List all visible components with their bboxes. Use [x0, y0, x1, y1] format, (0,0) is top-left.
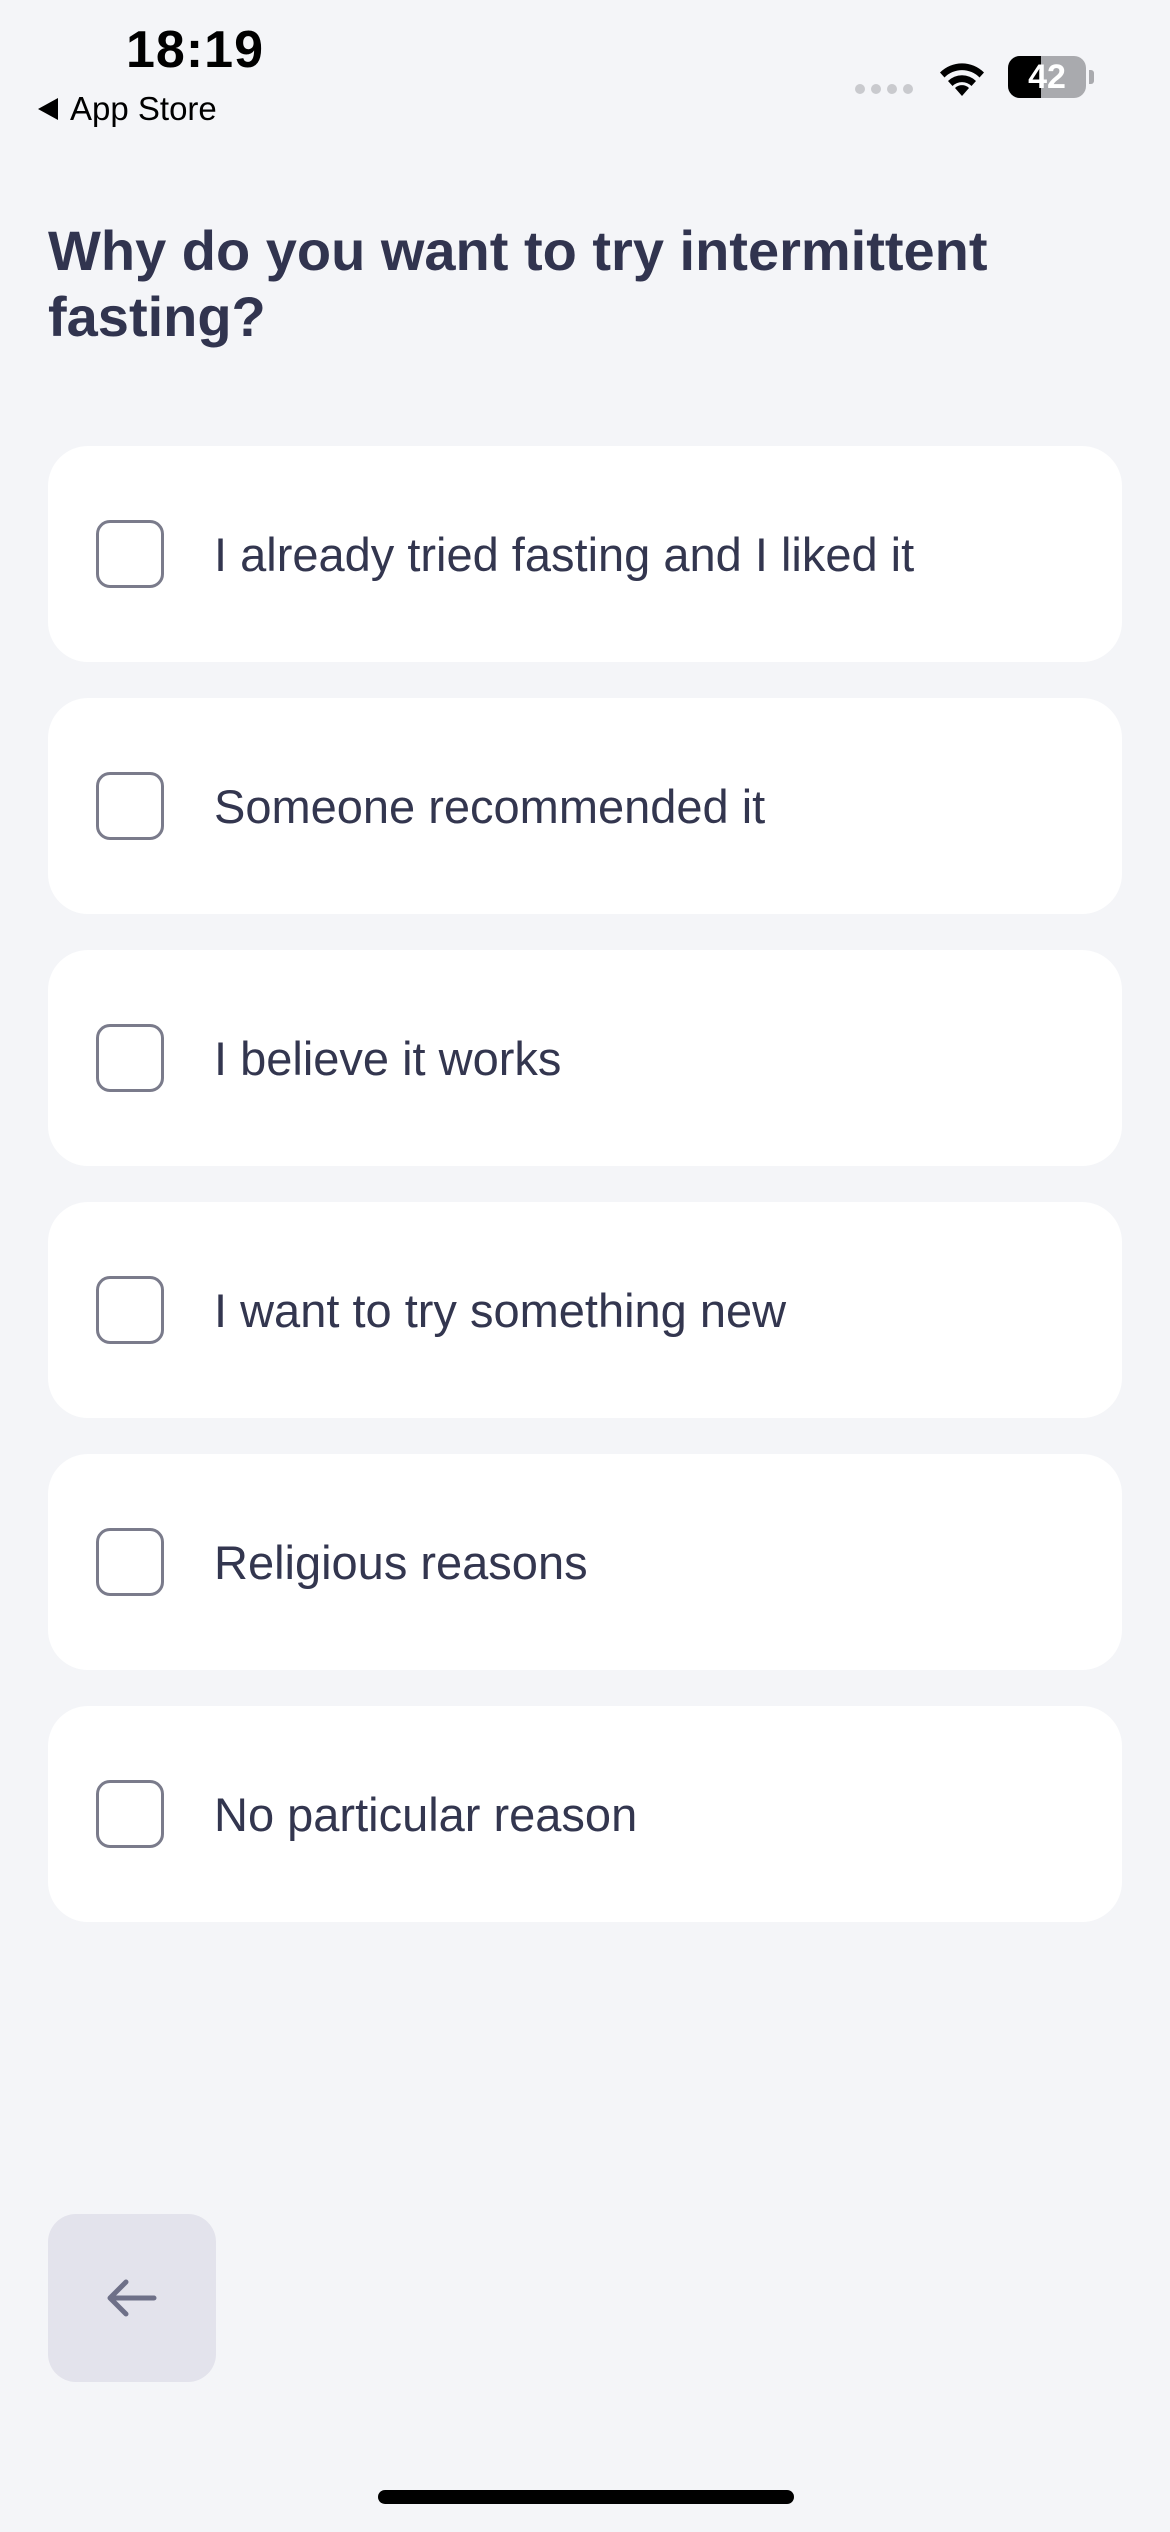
option-try-something-new[interactable]: I want to try something new: [48, 1202, 1122, 1418]
wifi-icon: [940, 63, 984, 96]
status-time: 18:19: [126, 21, 264, 79]
battery-icon: 42: [1008, 56, 1094, 98]
checkbox[interactable]: [96, 772, 164, 840]
option-label: I believe it works: [214, 1031, 562, 1085]
option-label: I want to try something new: [214, 1283, 787, 1337]
option-label: No particular reason: [214, 1787, 638, 1841]
checkbox[interactable]: [96, 1024, 164, 1092]
option-label: Someone recommended it: [214, 779, 766, 833]
back-triangle-icon: [38, 98, 58, 120]
back-app-label: App Store: [70, 90, 217, 127]
back-button[interactable]: [48, 2214, 216, 2382]
option-religious-reasons[interactable]: Religious reasons: [48, 1454, 1122, 1670]
option-believe-it-works[interactable]: I believe it works: [48, 950, 1122, 1166]
options-list: I already tried fasting and I liked it S…: [48, 446, 1122, 1958]
question-title: Why do you want to try intermittent fast…: [48, 219, 988, 348]
cellular-signal-icon: [855, 84, 913, 94]
checkbox[interactable]: [96, 1528, 164, 1596]
arrow-left-icon: [107, 2279, 157, 2317]
home-indicator: [378, 2490, 794, 2504]
checkbox[interactable]: [96, 520, 164, 588]
checkbox[interactable]: [96, 1276, 164, 1344]
option-tried-fasting[interactable]: I already tried fasting and I liked it: [48, 446, 1122, 662]
status-bar: 18:19 App Store 42: [0, 0, 1170, 140]
checkbox[interactable]: [96, 1780, 164, 1848]
battery-level: 42: [1028, 58, 1066, 96]
option-label: Religious reasons: [214, 1535, 588, 1589]
option-someone-recommended[interactable]: Someone recommended it: [48, 698, 1122, 914]
option-label: I already tried fasting and I liked it: [214, 527, 915, 581]
option-no-particular-reason[interactable]: No particular reason: [48, 1706, 1122, 1922]
back-to-app-store-link[interactable]: App Store: [38, 90, 217, 128]
